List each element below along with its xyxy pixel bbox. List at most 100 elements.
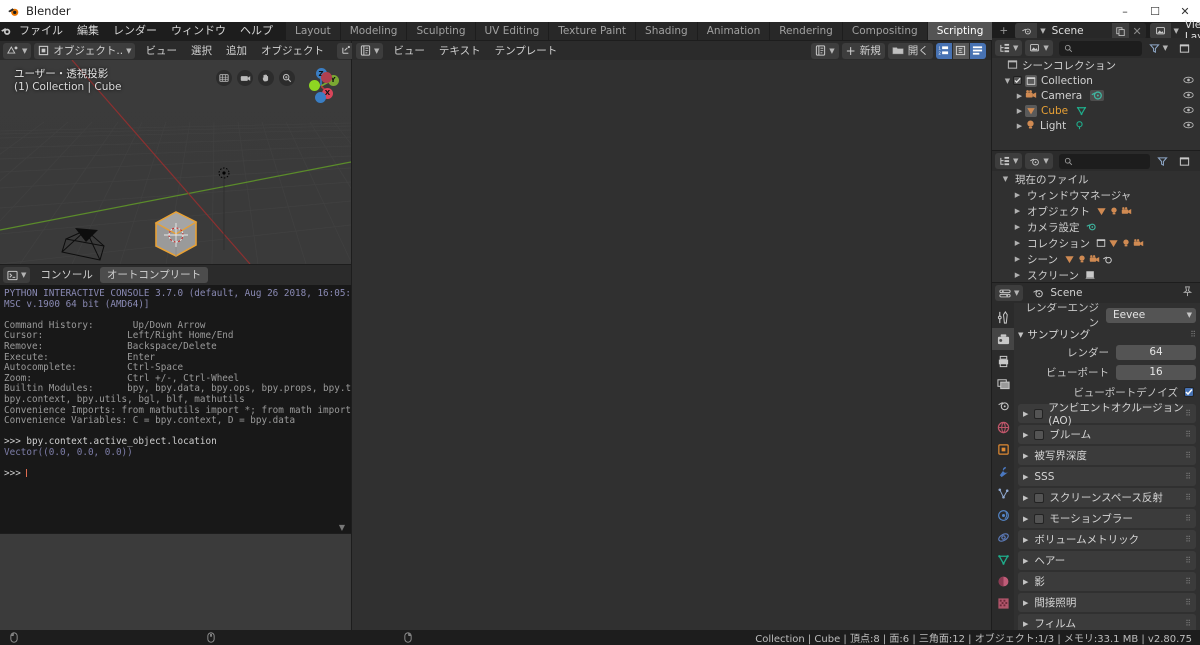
tab-compositing[interactable]: Compositing [842,22,927,40]
editor-type-selector-text[interactable]: ▼ [356,42,384,59]
menu-file[interactable]: ファイル [12,22,70,40]
properties-tab-world[interactable] [992,416,1014,438]
open-text-button[interactable]: 開く [887,42,933,59]
expand-triangle-icon[interactable]: ▼ [1000,175,1011,183]
viewport-denoising-checkbox[interactable] [1184,387,1194,397]
panel-screen-space-reflections[interactable]: ▶ スクリーンスペース反射 ⠿ [1018,488,1196,507]
word-wrap-icon[interactable] [969,42,986,59]
zoom-icon[interactable] [279,70,295,86]
interaction-mode-selector[interactable]: オブジェクト.. ▼ [34,42,136,59]
properties-tab-scene[interactable] [992,394,1014,416]
maximize-button[interactable]: ☐ [1140,0,1170,22]
expand-triangle-icon[interactable]: ▶ [1014,92,1025,100]
panel-bloom[interactable]: ▶ ブルーム ⠿ [1018,425,1196,444]
navigation-gizmo[interactable]: Z Y X [301,66,341,106]
properties-tab-physics[interactable] [992,504,1014,526]
tab-modeling[interactable]: Modeling [340,22,407,40]
tab-rendering[interactable]: Rendering [770,22,842,40]
text-menu-view[interactable]: ビュー [386,43,432,59]
tab-animation[interactable]: Animation [697,22,770,40]
properties-tab-render[interactable] [992,328,1014,350]
expand-triangle-icon[interactable]: ▶ [1012,191,1023,199]
outliner-root-row[interactable]: シーンコレクション [992,58,1200,73]
blendfile-display-mode[interactable]: ▼ [1025,153,1053,169]
properties-tab-data[interactable] [992,548,1014,570]
tab-sculpting[interactable]: Sculpting [407,22,475,40]
text-menu-templates[interactable]: テンプレート [488,43,565,59]
blendfile-search-input[interactable] [1058,153,1150,169]
render-samples-field[interactable]: 64 [1116,344,1196,360]
hand-icon[interactable] [258,70,274,86]
collection-visibility-eye-icon[interactable] [1183,75,1194,88]
editor-type-selector-console[interactable]: ▼ [3,267,31,283]
blendfile-row-objects[interactable]: ▶ オブジェクト [992,203,1200,219]
properties-tab-constraints[interactable] [992,526,1014,548]
gizmo-axis-neg-y[interactable] [309,79,320,91]
blendfile-filter-button[interactable] [1153,153,1172,169]
render-engine-dropdown[interactable]: Eevee ▼ [1106,307,1196,323]
ssr-checkbox[interactable] [1034,492,1045,503]
tab-texture-paint[interactable]: Texture Paint [549,22,636,40]
menu-help[interactable]: ヘルプ [233,22,280,40]
tab-shading[interactable]: Shading [636,22,697,40]
properties-tab-viewlayer[interactable] [992,372,1014,394]
syntax-highlight-icon[interactable] [952,42,969,59]
tab-layout[interactable]: Layout [286,22,340,40]
editor-type-selector-outliner[interactable]: ▼ [995,40,1023,56]
blendfile-row-collections[interactable]: ▶ コレクション [992,235,1200,251]
blendfile-row-camera-data[interactable]: ▶ カメラ設定 [992,219,1200,235]
properties-tab-tool[interactable] [992,306,1014,328]
mesh-data-icon[interactable] [1076,105,1087,116]
panel-motion-blur[interactable]: ▶ モーションブラー ⠿ [1018,509,1196,528]
outliner-new-collection-button[interactable] [1175,40,1194,56]
blendfile-row-scenes[interactable]: ▶ シーン [992,251,1200,267]
expand-triangle-icon[interactable]: ▶ [1012,255,1023,263]
outliner-row-light[interactable]: ▶ Light [992,118,1200,133]
bloom-checkbox[interactable] [1034,429,1045,440]
panel-volumetrics[interactable]: ▶ ボリュームメトリック ⠿ [1018,530,1196,549]
text-datablock-selector[interactable]: ▼ [811,42,839,59]
expand-triangle-icon[interactable]: ▶ [1014,122,1025,130]
expand-triangle-icon[interactable]: ▶ [1012,223,1023,231]
tab-scripting[interactable]: Scripting [927,22,993,40]
properties-tab-modifier[interactable] [992,460,1014,482]
panel-depth-of-field[interactable]: ▶ 被写界深度 ⠿ [1018,446,1196,465]
scene-unlink-button[interactable]: ✕ [1128,23,1146,39]
panel-indirect-lighting[interactable]: ▶ 間接照明 ⠿ [1018,593,1196,612]
pin-icon[interactable] [1182,286,1197,300]
menu-render[interactable]: レンダー [106,22,164,40]
scene-new-button[interactable] [1111,23,1129,39]
minimize-button[interactable]: – [1110,0,1140,22]
outliner-display-mode[interactable]: ▼ [1025,40,1053,56]
bottom-text-editor-body[interactable] [0,534,351,630]
panel-hair[interactable]: ▶ ヘアー ⠿ [1018,551,1196,570]
ambient-occlusion-checkbox[interactable] [1034,408,1044,419]
console-menu-console[interactable]: コンソール [33,267,100,283]
expand-triangle-icon[interactable]: ▶ [1012,239,1023,247]
camera-icon[interactable] [237,70,253,86]
tab-uv-editing[interactable]: UV Editing [475,22,549,40]
viewport-menu-object[interactable]: オブジェクト [254,43,331,59]
line-numbers-icon[interactable]: 12 [935,42,952,59]
properties-tab-output[interactable] [992,350,1014,372]
blendfile-row-screens[interactable]: ▶ スクリーン [992,267,1200,282]
new-text-button[interactable]: + 新規 [841,42,885,59]
viewport-menu-view[interactable]: ビュー [138,43,184,59]
gizmo-axis-neg-x[interactable] [321,71,332,83]
blender-menu-icon[interactable] [0,25,12,37]
panel-film[interactable]: ▶ フィルム ⠿ [1018,614,1196,630]
outliner-row-camera[interactable]: ▶ Camera [992,88,1200,103]
motion-blur-checkbox[interactable] [1034,513,1045,524]
collection-exclude-checkbox[interactable] [1013,76,1022,85]
properties-tab-texture[interactable] [992,592,1014,614]
outliner-filter-button[interactable]: ▼ [1145,40,1172,56]
expand-triangle-icon[interactable]: ▶ [1012,271,1023,279]
viewport-canvas[interactable]: ユーザー・透視投影 (1) Collection | Cube Y X [0,60,351,264]
menu-window[interactable]: ウィンドウ [164,22,233,40]
console-menu-autocomplete[interactable]: オートコンプリート [99,267,209,283]
editor-type-selector-properties[interactable]: ▼ [995,285,1024,301]
camera-visibility-eye-icon[interactable] [1183,90,1194,103]
expand-triangle-icon[interactable]: ▶ [1014,107,1025,115]
viewlayer-selector[interactable]: ▼ View Layer ✕ [1149,19,1200,43]
scene-selector[interactable]: ▼ Scene ✕ [1015,23,1146,39]
